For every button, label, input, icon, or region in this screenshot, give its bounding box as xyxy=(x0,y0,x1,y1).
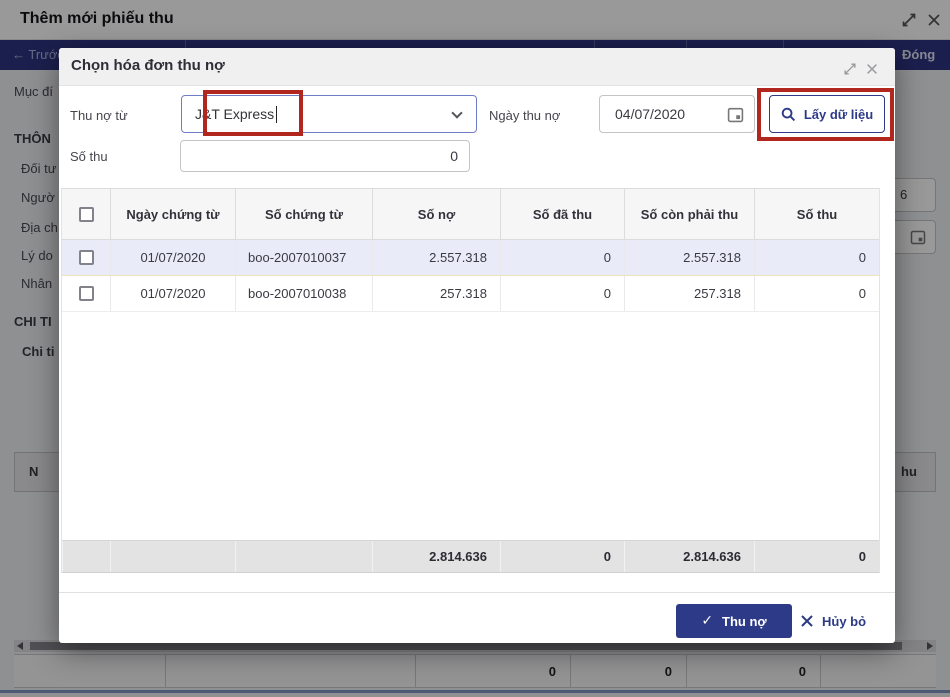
col-header-so-no[interactable]: Số nợ xyxy=(372,189,500,239)
col-header-ngay-chung-tu[interactable]: Ngày chứng từ xyxy=(110,189,235,239)
cell-collect: 0 xyxy=(754,276,879,311)
total-collect: 0 xyxy=(754,541,879,572)
close-x-icon xyxy=(801,615,813,627)
cell-remaining: 2.557.318 xyxy=(624,240,754,275)
cell-debt: 257.318 xyxy=(372,276,500,311)
cell-date: 01/07/2020 xyxy=(110,240,235,275)
table-empty-area xyxy=(62,312,879,540)
calendar-icon[interactable] xyxy=(727,106,744,123)
debt-from-label: Thu nợ từ xyxy=(70,108,128,123)
table-row[interactable]: 01/07/2020 boo-2007010037 2.557.318 0 2.… xyxy=(62,240,879,276)
row-checkbox[interactable] xyxy=(78,286,94,301)
chevron-down-icon xyxy=(451,107,463,119)
col-header-so-chung-tu[interactable]: Số chứng từ xyxy=(235,189,372,239)
col-header-so-con-phai-thu[interactable]: Số còn phải thu xyxy=(624,189,754,239)
amount-input[interactable]: 0 xyxy=(180,140,470,172)
modal-expand-icon[interactable] xyxy=(843,62,857,76)
table-header-row: Ngày chứng từ Số chứng từ Số nợ Số đã th… xyxy=(62,188,879,240)
total-debt: 2.814.636 xyxy=(372,541,500,572)
table-totals-row: 2.814.636 0 2.814.636 0 xyxy=(62,540,879,573)
cancel-button[interactable]: Hủy bỏ xyxy=(801,604,866,638)
cell-paid: 0 xyxy=(500,240,624,275)
table-row[interactable]: 01/07/2020 boo-2007010038 257.318 0 257.… xyxy=(62,276,879,312)
date-value: 04/07/2020 xyxy=(615,106,686,122)
cell-date: 01/07/2020 xyxy=(110,276,235,311)
amount-label: Số thu xyxy=(70,149,108,164)
cell-paid: 0 xyxy=(500,276,624,311)
cell-debt: 2.557.318 xyxy=(372,240,500,275)
select-all-checkbox[interactable] xyxy=(78,206,94,222)
modal-header: Chọn hóa đơn thu nợ xyxy=(59,48,895,86)
submit-thu-no-button[interactable]: ✓ Thu nợ xyxy=(676,604,792,638)
cell-collect: 0 xyxy=(754,240,879,275)
invoice-table: Ngày chứng từ Số chứng từ Số nợ Số đã th… xyxy=(61,188,880,573)
cell-doc-number: boo-2007010037 xyxy=(235,240,372,275)
footer-divider xyxy=(59,592,895,593)
cell-remaining: 257.318 xyxy=(624,276,754,311)
annotation-box-fetch-button xyxy=(757,88,894,141)
check-icon: ✓ xyxy=(701,613,714,629)
cell-doc-number: boo-2007010038 xyxy=(235,276,372,311)
col-header-so-thu[interactable]: Số thu xyxy=(754,189,879,239)
col-header-so-da-thu[interactable]: Số đã thu xyxy=(500,189,624,239)
total-remaining: 2.814.636 xyxy=(624,541,754,572)
row-checkbox[interactable] xyxy=(78,250,94,265)
modal-close-icon[interactable] xyxy=(865,62,879,76)
annotation-box-combobox xyxy=(203,90,303,136)
debt-date-label: Ngày thu nợ xyxy=(489,108,561,123)
debt-date-input[interactable]: 04/07/2020 xyxy=(599,95,755,133)
total-paid: 0 xyxy=(500,541,624,572)
modal-title: Chọn hóa đơn thu nợ xyxy=(71,57,225,74)
